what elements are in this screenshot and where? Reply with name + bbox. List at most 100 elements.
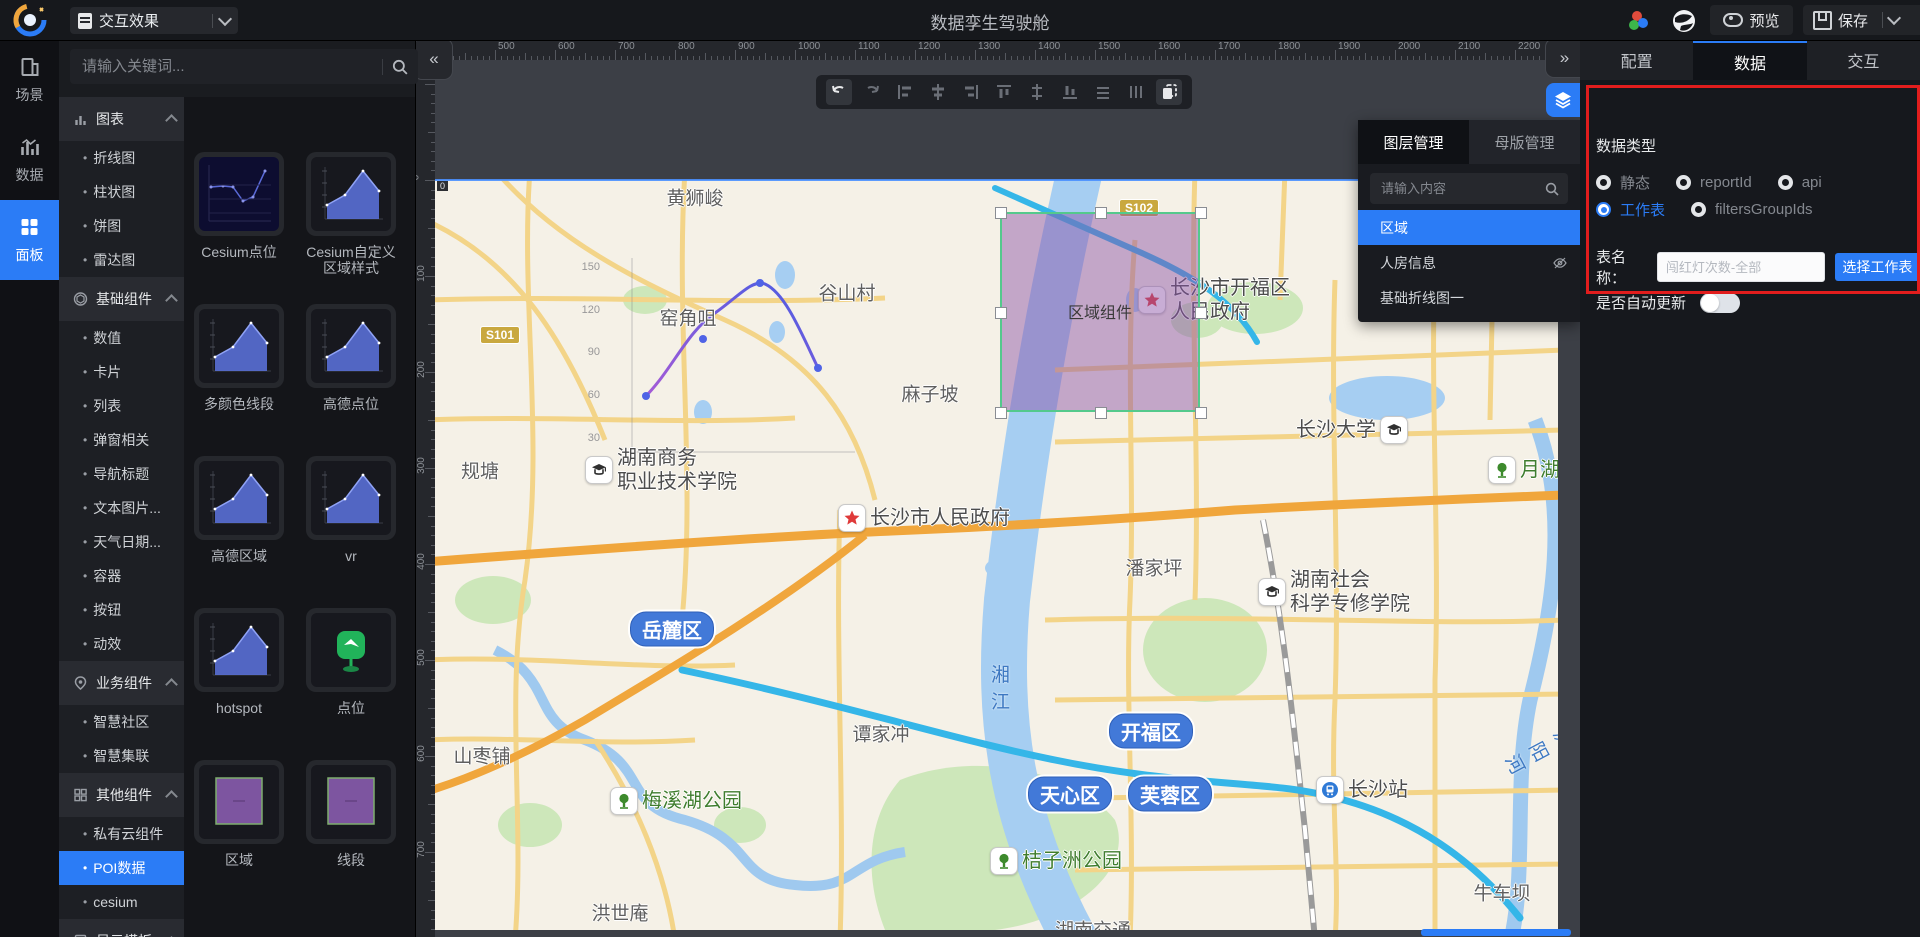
menu-item-弹窗相关[interactable]: 弹窗相关 <box>59 423 184 457</box>
resize-handle[interactable] <box>995 207 1007 219</box>
config-tab-交互[interactable]: 交互 <box>1807 40 1920 80</box>
config-tab-配置[interactable]: 配置 <box>1580 40 1693 80</box>
align-top-button[interactable] <box>991 79 1017 105</box>
layer-search-field[interactable] <box>1379 180 1545 197</box>
radio-reportId[interactable]: reportId <box>1676 174 1752 191</box>
project-selector-button[interactable]: 交互效果 <box>70 7 238 34</box>
radio-api[interactable]: api <box>1778 174 1822 191</box>
component-card-Cesium自定义区域样式[interactable]: Cesium自定义区域样式 <box>300 152 402 276</box>
menu-item-cesium[interactable]: cesium <box>59 885 184 919</box>
resize-handle[interactable] <box>995 407 1007 419</box>
card-thumbnail <box>198 460 280 536</box>
menu-item-POI数据[interactable]: POI数据 <box>59 851 184 885</box>
layer-tab-母版管理[interactable]: 母版管理 <box>1469 120 1580 164</box>
config-tab-数据[interactable]: 数据 <box>1693 40 1806 80</box>
layers-toggle-button[interactable] <box>1546 83 1580 117</box>
radio-filtersGroupIds[interactable]: filtersGroupIds <box>1691 201 1813 218</box>
category-业务组件[interactable]: 业务组件 <box>59 661 184 705</box>
rail-item-面板[interactable]: 面板 <box>0 200 59 280</box>
category-其他组件[interactable]: 其他组件 <box>59 773 184 817</box>
menu-item-天气日期...[interactable]: 天气日期... <box>59 525 184 559</box>
layer-tab-图层管理[interactable]: 图层管理 <box>1358 120 1469 164</box>
menu-item-私有云组件[interactable]: 私有云组件 <box>59 817 184 851</box>
data-icon <box>18 136 41 158</box>
resize-handle[interactable] <box>995 307 1007 319</box>
component-card-hotspot[interactable]: hotspot <box>188 608 290 716</box>
auto-update-toggle[interactable] <box>1700 293 1740 313</box>
star-icon <box>838 504 866 532</box>
radio-工作表[interactable]: 工作表 <box>1596 199 1665 220</box>
menu-item-列表[interactable]: 列表 <box>59 389 184 423</box>
component-card-区域[interactable]: 区域 <box>188 760 290 868</box>
component-card-高德点位[interactable]: 高德点位 <box>300 304 402 412</box>
layer-search-input[interactable] <box>1370 173 1568 204</box>
library-search[interactable] <box>70 49 418 84</box>
menu-item-动效[interactable]: 动效 <box>59 627 184 661</box>
menu-item-卡片[interactable]: 卡片 <box>59 355 184 389</box>
duplicate-button[interactable] <box>1156 79 1182 105</box>
menu-item-雷达图[interactable]: 雷达图 <box>59 243 184 277</box>
align-left-button[interactable] <box>892 79 918 105</box>
rail-item-场景[interactable]: 场景 <box>0 40 59 120</box>
save-button[interactable]: 保存 <box>1803 5 1920 35</box>
theme-colors-icon[interactable] <box>1626 8 1652 34</box>
menu-item-导航标题[interactable]: 导航标题 <box>59 457 184 491</box>
component-card-vr[interactable]: vr <box>300 456 402 564</box>
redo-button[interactable] <box>859 79 885 105</box>
distribute-h-button[interactable] <box>1090 79 1116 105</box>
menu-item-按钮[interactable]: 按钮 <box>59 593 184 627</box>
resize-handle[interactable] <box>1095 407 1107 419</box>
component-card-线段[interactable]: 线段 <box>300 760 402 868</box>
eye-slash-icon[interactable] <box>1552 255 1568 271</box>
menu-item-饼图[interactable]: 饼图 <box>59 209 184 243</box>
component-card-高德区域[interactable]: 高德区域 <box>188 456 290 564</box>
resize-handle[interactable] <box>1195 307 1207 319</box>
tree-icon <box>1488 456 1516 484</box>
layer-management-panel: 图层管理母版管理 区域人房信息基础折线图一 <box>1358 120 1580 322</box>
layer-row-基础折线图一[interactable]: 基础折线图一 <box>1358 280 1580 315</box>
collapse-library-button[interactable]: « <box>413 38 453 80</box>
resize-handle[interactable] <box>1195 207 1207 219</box>
menu-item-智慧集联[interactable]: 智慧集联 <box>59 739 184 773</box>
menu-item-折线图[interactable]: 折线图 <box>59 141 184 175</box>
component-card-多颜色线段[interactable]: 多颜色线段 <box>188 304 290 412</box>
card-thumbnail <box>310 612 392 688</box>
globe-icon[interactable] <box>1671 8 1697 34</box>
category-显示模板[interactable]: 显示模板 <box>59 919 184 937</box>
menu-item-智慧社区[interactable]: 智慧社区 <box>59 705 184 739</box>
align-middle-h-button[interactable] <box>1024 79 1050 105</box>
preview-button[interactable]: 预览 <box>1710 5 1793 35</box>
layer-row-人房信息[interactable]: 人房信息 <box>1358 245 1580 280</box>
rail-item-数据[interactable]: 数据 <box>0 120 59 200</box>
align-bottom-button[interactable] <box>1057 79 1083 105</box>
selected-region-component[interactable]: 区域组件 <box>1000 212 1200 412</box>
menu-item-数值[interactable]: 数值 <box>59 321 184 355</box>
align-center-v-button[interactable] <box>925 79 951 105</box>
canvas-horizontal-scrollbar[interactable] <box>1421 929 1571 936</box>
table-name-input[interactable] <box>1657 252 1825 282</box>
radio-静态[interactable]: 静态 <box>1596 172 1650 193</box>
map-town-label: 规塘 <box>461 457 499 484</box>
category-图表[interactable]: 图表 <box>59 97 184 141</box>
menu-item-容器[interactable]: 容器 <box>59 559 184 593</box>
layer-name: 区域 <box>1380 218 1408 238</box>
card-thumbnail <box>198 764 280 840</box>
category-label: 基础组件 <box>96 289 159 309</box>
component-card-Cesium点位[interactable]: Cesium点位 <box>188 152 290 260</box>
component-card-点位[interactable]: 点位 <box>300 608 402 716</box>
rail-item-label: 数据 <box>16 165 44 185</box>
menu-item-文本图片...[interactable]: 文本图片... <box>59 491 184 525</box>
distribute-v-button[interactable] <box>1123 79 1149 105</box>
collapse-panel-button[interactable]: » <box>1545 38 1581 78</box>
layer-row-区域[interactable]: 区域 <box>1358 210 1580 245</box>
card-thumbnail <box>198 308 280 384</box>
align-right-button[interactable] <box>958 79 984 105</box>
resize-handle[interactable] <box>1195 407 1207 419</box>
resize-handle[interactable] <box>1095 207 1107 219</box>
select-worksheet-button[interactable]: 选择工作表 <box>1835 253 1920 281</box>
category-基础组件[interactable]: 基础组件 <box>59 277 184 321</box>
map-town-label: 洪世庵 <box>591 899 648 926</box>
menu-item-柱状图[interactable]: 柱状图 <box>59 175 184 209</box>
undo-button[interactable] <box>826 79 852 105</box>
library-search-field[interactable] <box>80 57 373 76</box>
